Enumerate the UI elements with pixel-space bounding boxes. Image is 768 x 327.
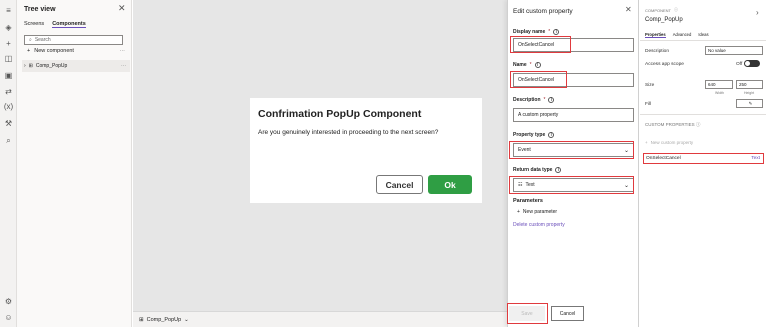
- new-custom-property-button[interactable]: + New custom property: [645, 140, 693, 145]
- parameters-heading: Parameters: [513, 198, 543, 204]
- plus-icon: +: [517, 209, 520, 215]
- info-icon[interactable]: i: [548, 132, 555, 138]
- size-label: Size: [645, 83, 655, 88]
- tree-item-label: Comp_PopUp: [35, 63, 68, 69]
- description-label: Description * i: [513, 97, 555, 103]
- new-component-label: New component: [34, 48, 74, 54]
- highlight-property-type: [509, 141, 634, 159]
- more-icon[interactable]: ···: [120, 48, 126, 54]
- delete-custom-property-link[interactable]: Delete custom property: [513, 222, 565, 228]
- variables-icon[interactable]: (x): [3, 101, 14, 112]
- paint-bucket-icon: ✎: [748, 100, 753, 106]
- info-icon[interactable]: i: [555, 167, 562, 173]
- return-type-label: Return data type i: [513, 167, 562, 173]
- height-caption: Height: [744, 91, 755, 95]
- properties-tabs: Properties Advanced Ideas: [645, 32, 709, 38]
- info-icon[interactable]: i: [548, 97, 555, 103]
- plus-icon: +: [27, 48, 31, 54]
- custom-property-item[interactable]: OnSelectCancel Text: [643, 153, 764, 164]
- component-icon: ⊞: [139, 316, 144, 323]
- component-icon: ⊞: [28, 63, 33, 69]
- search-placeholder: Search: [34, 37, 51, 43]
- left-rail: ≡ ◈ + ◫ ▣ ⇄ (x) ⚒ ⌕ ⚙ ☺: [0, 0, 17, 327]
- access-scope-toggle[interactable]: [744, 60, 760, 67]
- flow-icon[interactable]: ⇄: [3, 86, 14, 97]
- tab-properties[interactable]: Properties: [645, 32, 666, 38]
- name-label: Name * i: [513, 62, 541, 68]
- edit-panel-title: Edit custom property: [513, 8, 573, 15]
- description-field[interactable]: A custom property: [513, 108, 634, 122]
- new-component-button[interactable]: + New component ···: [27, 48, 125, 54]
- database-icon[interactable]: ◫: [3, 53, 14, 64]
- access-scope-label: Access app scope: [645, 62, 684, 67]
- settings-icon[interactable]: ⚙: [3, 296, 14, 307]
- tree-tabs: Screens Components: [24, 21, 86, 28]
- tree-search-input[interactable]: ⌕ Search: [24, 35, 123, 45]
- plus-icon: +: [645, 140, 648, 145]
- close-icon[interactable]: ✕: [625, 5, 632, 14]
- footer-component-name[interactable]: Comp_PopUp: [147, 317, 182, 323]
- tree-item-comp-popup[interactable]: › ⊞ Comp_PopUp ···: [22, 60, 130, 72]
- popup-title: Confrimation PopUp Component: [258, 108, 422, 120]
- height-input[interactable]: 250: [736, 80, 763, 89]
- chevron-right-icon[interactable]: ›: [24, 63, 26, 69]
- popup-ok-button[interactable]: Ok: [428, 175, 472, 194]
- layers-icon[interactable]: ◈: [3, 22, 14, 33]
- account-icon[interactable]: ☺: [3, 312, 14, 323]
- custom-properties-header: CUSTOM PROPERTIES ⓘ: [645, 122, 701, 127]
- popup-component: Confrimation PopUp Component Are you gen…: [250, 98, 482, 203]
- chevron-down-icon[interactable]: ⌄: [184, 317, 189, 323]
- edit-cancel-button[interactable]: Cancel: [551, 306, 584, 321]
- tools-icon[interactable]: ⚒: [3, 118, 14, 129]
- close-icon[interactable]: ✕: [118, 3, 126, 14]
- access-scope-state: Off: [736, 62, 743, 67]
- tree-view-panel: Tree view ✕ Screens Components ⌕ Search …: [17, 0, 132, 327]
- new-custom-property-label: New custom property: [650, 140, 694, 145]
- new-parameter-button[interactable]: + New parameter: [517, 209, 557, 215]
- highlight-return-type: [509, 176, 634, 194]
- tab-screens[interactable]: Screens: [24, 21, 44, 28]
- save-button[interactable]: Save: [509, 306, 545, 321]
- highlight-name: [510, 71, 567, 88]
- help-icon[interactable]: ⓘ: [674, 7, 678, 13]
- tree-view-title: Tree view: [24, 6, 56, 13]
- help-icon[interactable]: ⓘ: [696, 122, 701, 127]
- divider: [640, 40, 766, 41]
- property-type-label: Property type i: [513, 132, 555, 138]
- popup-cancel-button[interactable]: Cancel: [376, 175, 423, 194]
- info-icon[interactable]: i: [534, 62, 541, 68]
- width-input[interactable]: 640: [705, 80, 733, 89]
- new-parameter-label: New parameter: [522, 209, 558, 215]
- custom-property-name: OnSelectCancel: [646, 156, 681, 161]
- canvas-footer: ⊞ Comp_PopUp ⌄: [133, 311, 507, 327]
- width-caption: Width: [715, 91, 724, 95]
- info-icon[interactable]: i: [553, 29, 560, 35]
- custom-property-type: Text: [751, 156, 760, 161]
- description-prop-label: Description: [645, 49, 669, 54]
- search-icon[interactable]: ⌕: [3, 135, 14, 146]
- chevron-right-icon[interactable]: ›: [756, 8, 759, 17]
- fill-label: Fill: [645, 102, 652, 107]
- fill-picker[interactable]: ✎: [736, 99, 763, 108]
- media-icon[interactable]: ▣: [3, 70, 14, 81]
- tab-ideas[interactable]: Ideas: [698, 32, 708, 38]
- divider: [640, 114, 766, 115]
- plus-icon[interactable]: +: [3, 38, 14, 49]
- tab-components[interactable]: Components: [52, 21, 86, 28]
- tab-advanced[interactable]: Advanced: [673, 32, 692, 38]
- search-icon: ⌕: [29, 37, 32, 43]
- popup-message: Are you genuinely interested in proceedi…: [258, 129, 439, 136]
- highlight-display-name: [510, 36, 571, 53]
- component-name: Comp_PopUp: [645, 17, 683, 23]
- component-caption: COMPONENT ⓘ: [645, 7, 678, 13]
- more-icon[interactable]: ···: [121, 63, 126, 69]
- description-prop-input[interactable]: No value: [705, 46, 763, 55]
- menu-icon[interactable]: ≡: [3, 5, 14, 16]
- display-name-label: Display name * i: [513, 29, 560, 35]
